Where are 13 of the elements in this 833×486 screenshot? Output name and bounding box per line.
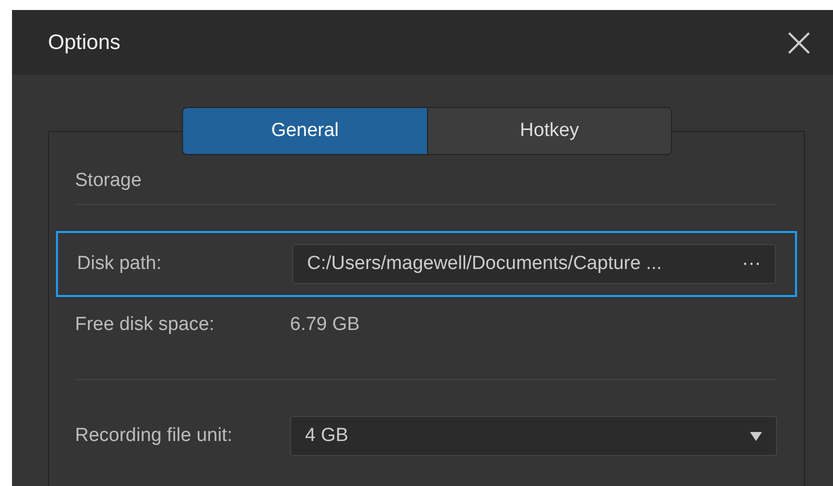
field-label: Free disk space:: [75, 314, 216, 336]
browse-button[interactable]: ···: [742, 253, 761, 275]
field-label: Disk path:: [77, 253, 162, 275]
tab[interactable]: General: [183, 108, 427, 154]
free-space-value: 6.79 GB: [290, 314, 360, 336]
tab[interactable]: Hotkey: [427, 108, 671, 154]
field-label: Recording file unit:: [75, 425, 234, 447]
caret-icon: [750, 432, 762, 440]
path-field[interactable]: C:/Users/magewell/Documents/Capture ... ···: [292, 244, 776, 284]
close-icon[interactable]: [787, 30, 811, 54]
window-title: Options: [48, 30, 120, 54]
unit-dropdown[interactable]: 4 GB: [290, 416, 777, 456]
section-heading: Storage: [75, 170, 777, 205]
